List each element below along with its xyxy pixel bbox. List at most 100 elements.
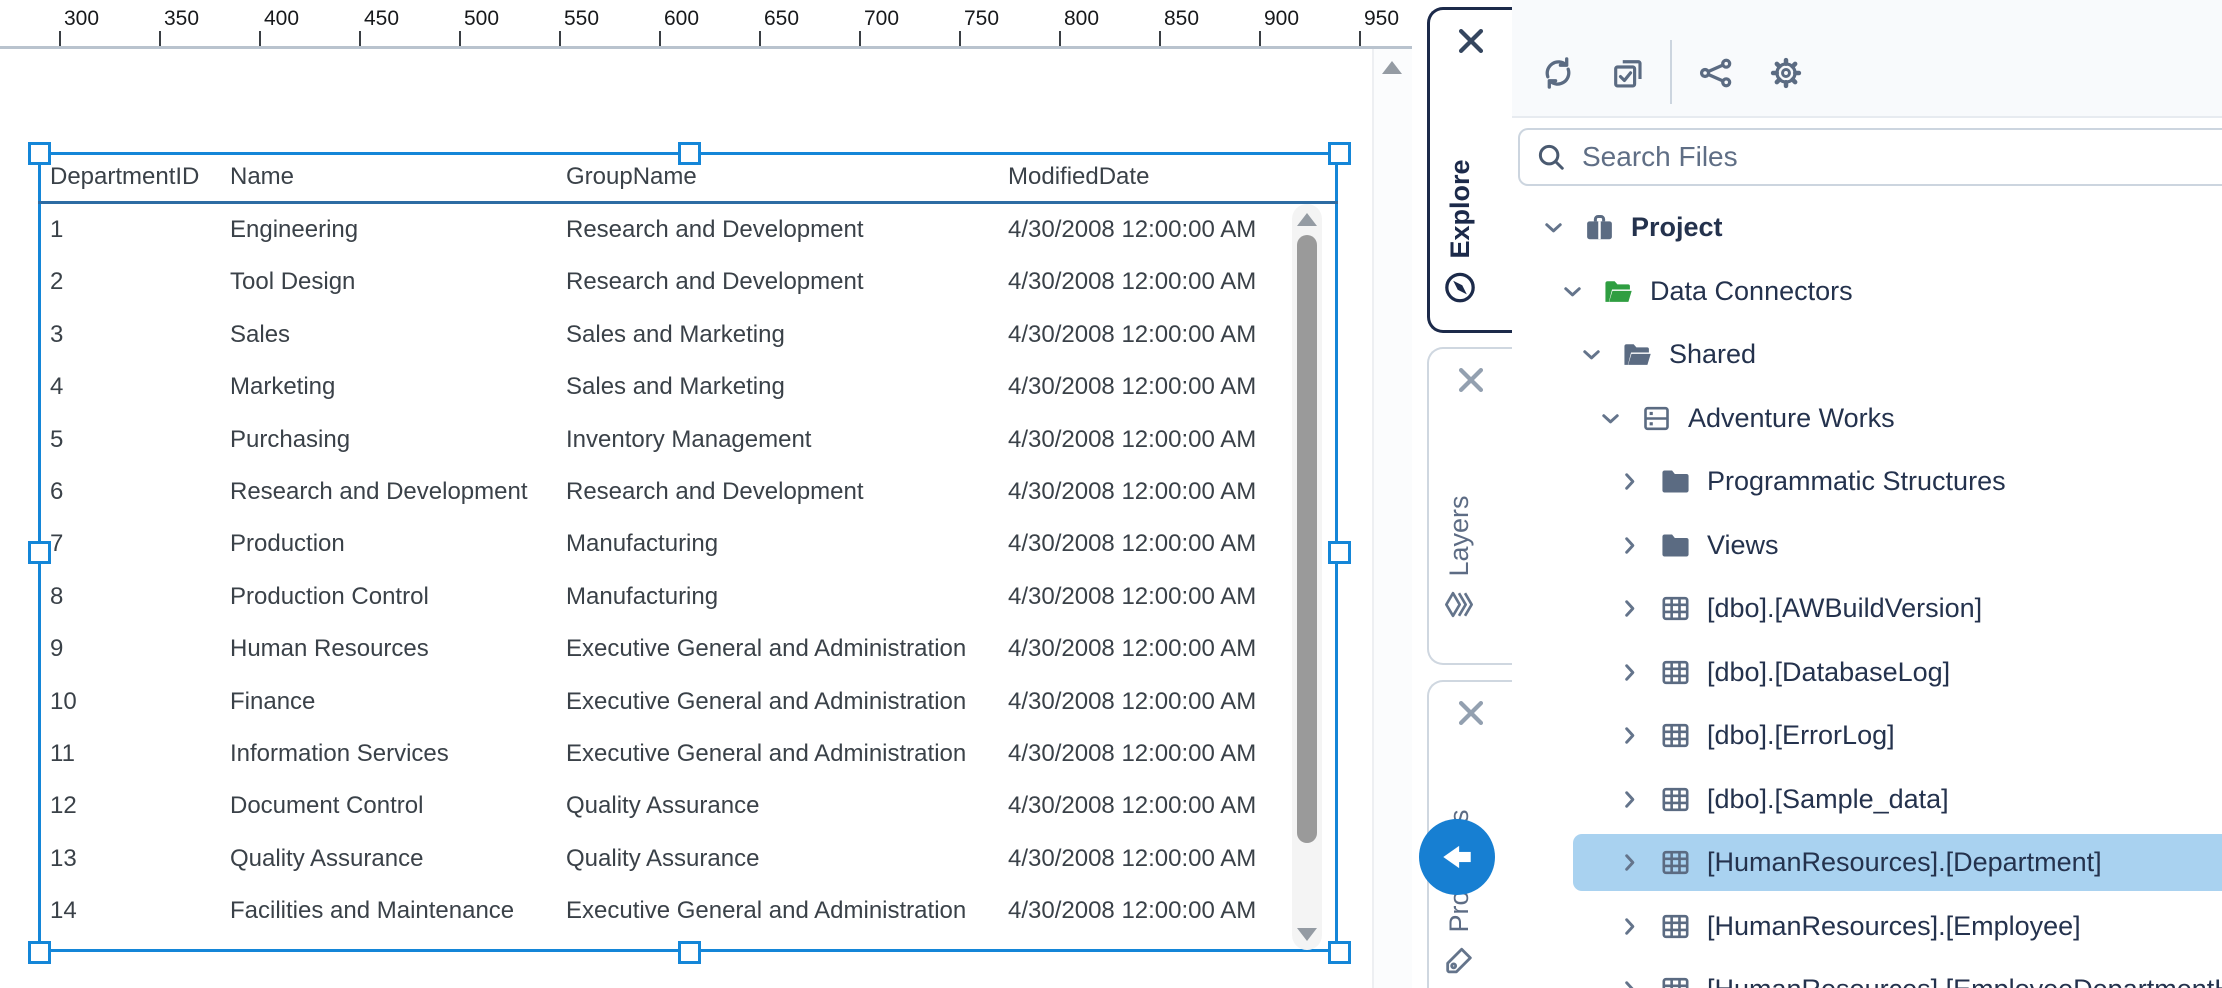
close-explore-icon[interactable] bbox=[1454, 24, 1488, 58]
chevron-down-icon[interactable] bbox=[1540, 214, 1567, 241]
table-cell: 12 bbox=[50, 780, 77, 832]
tree-item-humanresources-employeedepartmenthistory[interactable]: [HumanResources].[EmployeeDepartmentHist… bbox=[1512, 958, 2222, 988]
selected-table-element[interactable]: DepartmentIDNameGroupNameModifiedDate 1E… bbox=[38, 152, 1338, 952]
chevron-right-icon[interactable] bbox=[1616, 468, 1643, 495]
chevron-right-icon[interactable] bbox=[1616, 659, 1643, 686]
resize-handle-mid-left[interactable] bbox=[28, 541, 51, 564]
table-cell: 4/30/2008 12:00:00 AM bbox=[1008, 361, 1256, 413]
chevron-right-icon[interactable] bbox=[1616, 976, 1643, 988]
folder-icon bbox=[1659, 465, 1692, 498]
search-files-box[interactable] bbox=[1518, 128, 2222, 186]
table-cell: Research and Development bbox=[566, 204, 864, 256]
tree-item-shared[interactable]: Shared bbox=[1512, 323, 2222, 387]
chevron-right-icon[interactable] bbox=[1616, 595, 1643, 622]
canvas-scroll-up-icon[interactable] bbox=[1382, 61, 1402, 74]
table-cell: 10 bbox=[50, 676, 77, 728]
batch-check-icon[interactable] bbox=[1610, 55, 1646, 91]
tree-item-dbo-sample-data[interactable]: [dbo].[Sample_data] bbox=[1512, 768, 2222, 832]
resize-handle-bottom-center[interactable] bbox=[678, 941, 701, 964]
resize-handle-top-left[interactable] bbox=[28, 142, 51, 165]
resize-handle-top-right[interactable] bbox=[1328, 142, 1351, 165]
table-row: 15Shipping and ReceivingInventory Manage… bbox=[41, 937, 1291, 952]
resize-handle-bottom-left[interactable] bbox=[28, 941, 51, 964]
resize-handle-mid-right[interactable] bbox=[1328, 541, 1351, 564]
tree-item-dbo-awbuildversion[interactable]: [dbo].[AWBuildVersion] bbox=[1512, 577, 2222, 641]
tree-item-label[interactable]: Programmatic Structures bbox=[1707, 466, 2006, 497]
table-scroll-up-icon[interactable] bbox=[1297, 213, 1317, 226]
table-cell: Tool Design bbox=[230, 256, 355, 308]
chevron-right-icon[interactable] bbox=[1616, 786, 1643, 813]
tree-item-dbo-errorlog[interactable]: [dbo].[ErrorLog] bbox=[1512, 704, 2222, 768]
tree-item-label[interactable]: [dbo].[AWBuildVersion] bbox=[1707, 593, 1982, 624]
table-cell: Quality Assurance bbox=[566, 833, 759, 885]
refresh-icon[interactable] bbox=[1540, 55, 1576, 91]
resize-handle-top-center[interactable] bbox=[678, 142, 701, 165]
ruler-tick bbox=[859, 31, 861, 46]
tree-item-label[interactable]: Adventure Works bbox=[1688, 403, 1895, 434]
tree-item-label[interactable]: Project bbox=[1631, 212, 1723, 243]
chevron-right-icon[interactable] bbox=[1616, 849, 1643, 876]
table-cell: Marketing bbox=[230, 361, 335, 413]
tree-item-label[interactable]: Data Connectors bbox=[1650, 276, 1853, 307]
tree-item-label[interactable]: [dbo].[Sample_data] bbox=[1707, 784, 1949, 815]
table-scrollbar[interactable] bbox=[1292, 204, 1322, 950]
chevron-down-icon[interactable] bbox=[1578, 341, 1605, 368]
settings-icon[interactable] bbox=[1768, 55, 1804, 91]
table-row: 9Human ResourcesExecutive General and Ad… bbox=[41, 623, 1291, 675]
tree-item-data-connectors[interactable]: Data Connectors bbox=[1512, 260, 2222, 324]
table-cell: Executive General and Administration bbox=[566, 885, 966, 937]
table-cell: Quality Assurance bbox=[566, 780, 759, 832]
chevron-right-icon[interactable] bbox=[1616, 532, 1643, 559]
table-row: 4MarketingSales and Marketing4/30/2008 1… bbox=[41, 361, 1291, 413]
tree-item-label[interactable]: [HumanResources].[Department] bbox=[1707, 847, 2102, 878]
close-properties-icon[interactable] bbox=[1454, 696, 1488, 730]
search-icon bbox=[1536, 142, 1566, 172]
table-icon bbox=[1659, 973, 1692, 988]
tree-item-label[interactable]: [dbo].[ErrorLog] bbox=[1707, 720, 1895, 751]
canvas-scrollbar[interactable] bbox=[1372, 49, 1416, 988]
tree-item-humanresources-employee[interactable]: [HumanResources].[Employee] bbox=[1512, 895, 2222, 959]
table-cell: Document Control bbox=[230, 780, 423, 832]
share-icon[interactable] bbox=[1698, 55, 1734, 91]
tree-item-project[interactable]: Project bbox=[1512, 196, 2222, 260]
tree-item-label[interactable]: [dbo].[DatabaseLog] bbox=[1707, 657, 1950, 688]
table-cell: 8 bbox=[50, 571, 63, 623]
folder-icon bbox=[1659, 529, 1692, 562]
table-scrollbar-thumb[interactable] bbox=[1297, 235, 1317, 843]
table-scroll-down-icon[interactable] bbox=[1297, 928, 1317, 941]
table-column-header: DepartmentID bbox=[50, 163, 199, 191]
tree-item-label[interactable]: [HumanResources].[EmployeeDepartmentHist… bbox=[1707, 974, 2222, 988]
tree-item-label[interactable]: Shared bbox=[1669, 339, 1756, 370]
table-cell: Finance bbox=[230, 676, 315, 728]
ruler-tick bbox=[1359, 31, 1361, 46]
tree-item-dbo-databaselog[interactable]: [dbo].[DatabaseLog] bbox=[1512, 641, 2222, 705]
ruler-tick bbox=[359, 31, 361, 46]
close-layers-icon[interactable] bbox=[1454, 363, 1488, 397]
table-cell: Human Resources bbox=[230, 623, 429, 675]
ruler-tick bbox=[959, 31, 961, 46]
tab-layers-label[interactable]: Layers bbox=[1444, 495, 1475, 576]
design-canvas[interactable]: 3003504004505005506006507007508008509009… bbox=[0, 0, 1412, 988]
tab-explore-label[interactable]: Explore bbox=[1445, 159, 1476, 258]
table-cell: 6 bbox=[50, 466, 63, 518]
tree-item-humanresources-department[interactable]: [HumanResources].[Department] bbox=[1512, 831, 2222, 895]
tree-item-programmatic-structures[interactable]: Programmatic Structures bbox=[1512, 450, 2222, 514]
ruler-tick bbox=[659, 31, 661, 46]
collapse-panel-button[interactable] bbox=[1419, 819, 1495, 895]
table-cell: Shipping and Receiving bbox=[230, 937, 482, 952]
table-row: 10FinanceExecutive General and Administr… bbox=[41, 676, 1291, 728]
chevron-right-icon[interactable] bbox=[1616, 722, 1643, 749]
ruler-tick bbox=[259, 31, 261, 46]
chevron-down-icon[interactable] bbox=[1597, 405, 1624, 432]
table-cell: 4 bbox=[50, 361, 63, 413]
search-input[interactable] bbox=[1580, 140, 2144, 174]
tree-item-label[interactable]: Views bbox=[1707, 530, 1779, 561]
chevron-down-icon[interactable] bbox=[1559, 278, 1586, 305]
ruler-tick bbox=[1259, 31, 1261, 46]
chevron-right-icon[interactable] bbox=[1616, 913, 1643, 940]
tree-item-label[interactable]: [HumanResources].[Employee] bbox=[1707, 911, 2081, 942]
resize-handle-bottom-right[interactable] bbox=[1328, 941, 1351, 964]
tree-item-views[interactable]: Views bbox=[1512, 514, 2222, 578]
table-icon bbox=[1659, 846, 1692, 879]
tree-item-adventure-works[interactable]: Adventure Works bbox=[1512, 387, 2222, 451]
